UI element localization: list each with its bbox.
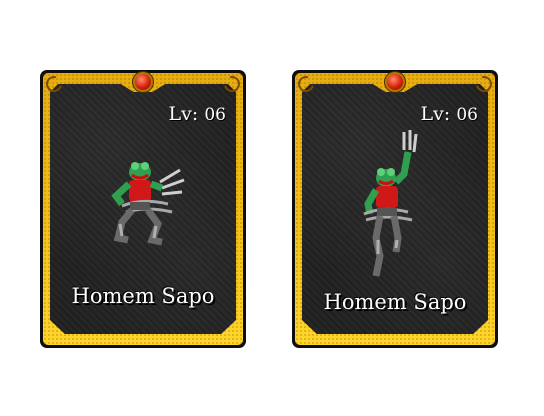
level-indicator: Lv: 06 [421,103,478,125]
character-card-2[interactable]: Lv: 06 Homem Sapo [292,70,498,348]
character-name: Homem Sapo [71,284,215,308]
level-label: Lv: [420,103,451,125]
character-card-1[interactable]: Lv: 06 Homem Sapo [40,70,246,348]
frog-man-sprite [363,130,418,277]
level-label: Lv: [168,103,199,125]
level-value: 06 [456,105,478,125]
level-value: 06 [204,105,226,125]
level-indicator: Lv: 06 [169,103,226,125]
gem-icon [387,74,403,90]
character-name: Homem Sapo [323,290,467,314]
gem-icon [135,74,151,90]
frog-man-sprite [111,162,185,246]
